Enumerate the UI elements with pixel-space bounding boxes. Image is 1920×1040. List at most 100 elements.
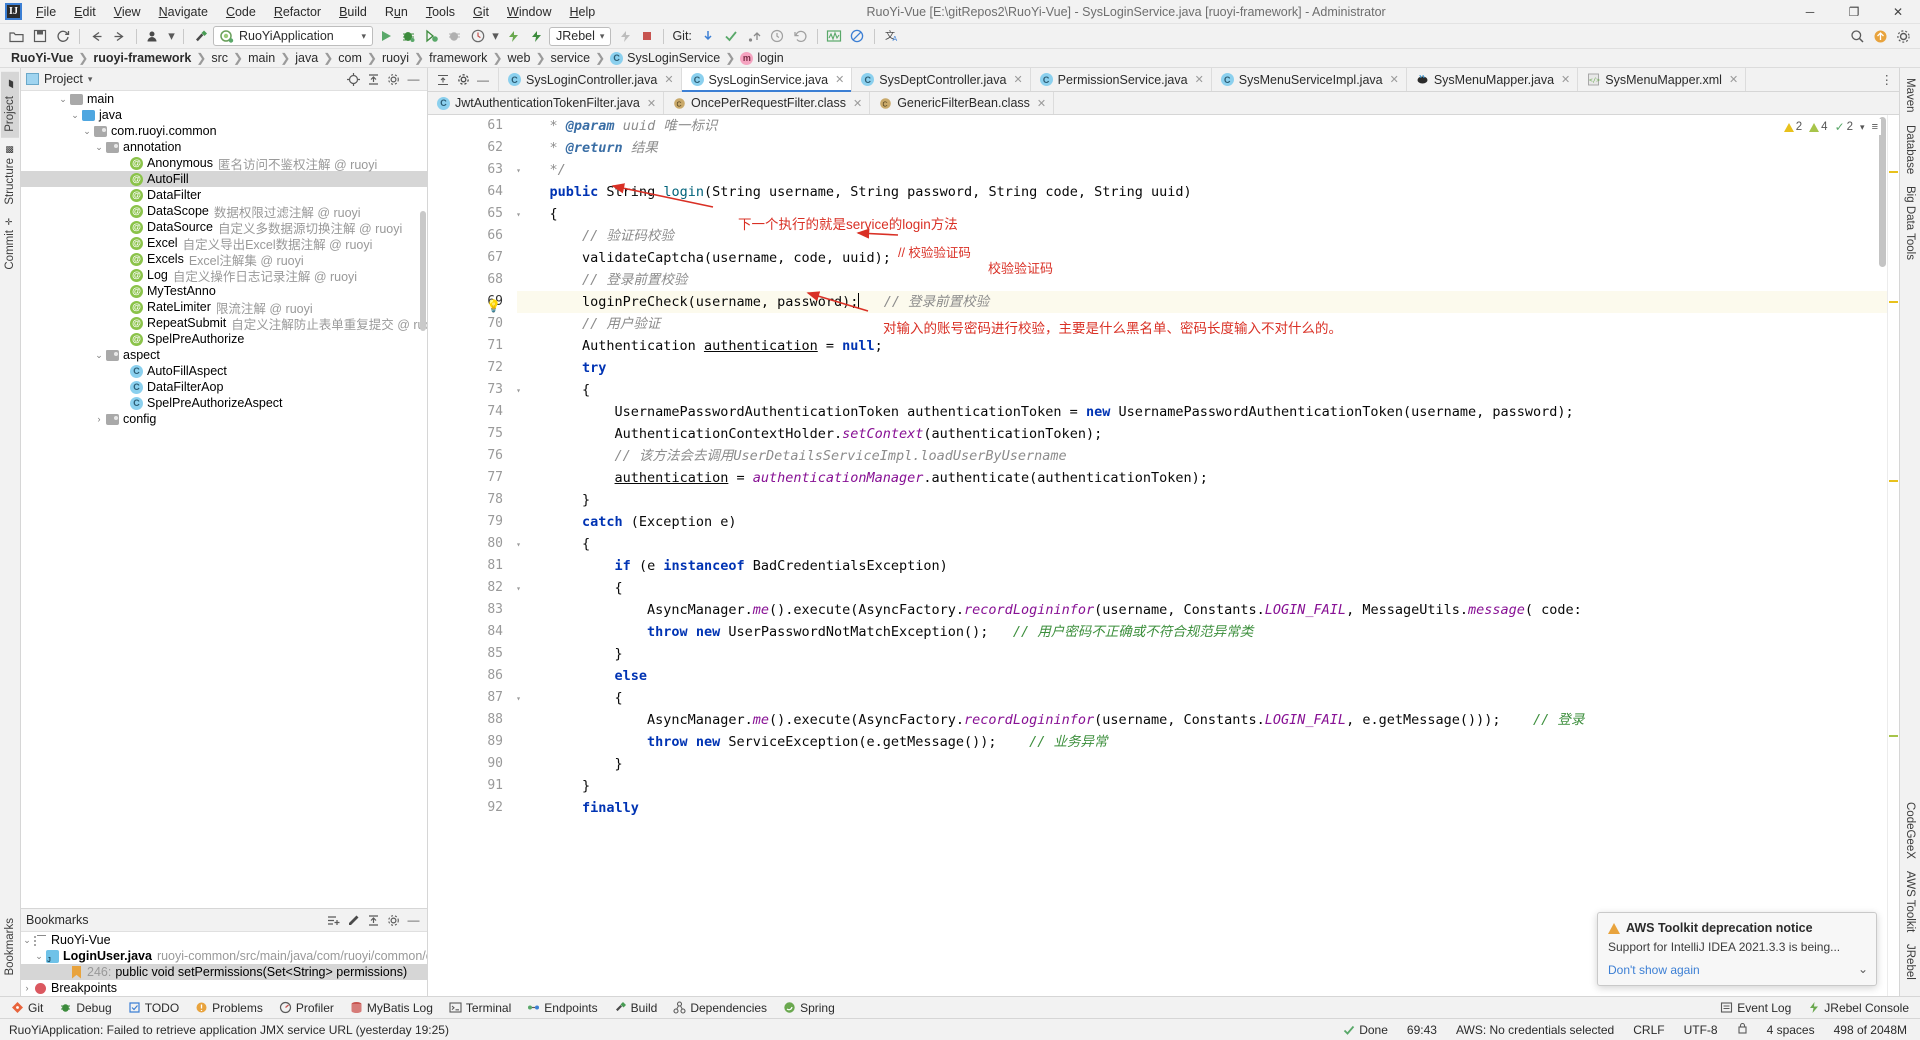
editor-tab-genericfilterbean-class[interactable]: C GenericFilterBean.class ✕ — [870, 92, 1055, 114]
menu-refactor[interactable]: Refactor — [265, 3, 330, 21]
gutter-line-number[interactable]: 74 — [428, 401, 513, 423]
menu-window[interactable]: Window — [498, 3, 560, 21]
marker-warning[interactable] — [1889, 171, 1898, 173]
jrebel-selector[interactable]: JRebel ▾ — [549, 26, 612, 46]
close-tab-icon[interactable]: ✕ — [664, 73, 673, 86]
editor-tab-syslogincontroller-java[interactable]: C SysLoginController.java ✕ — [499, 68, 682, 91]
marker-weak-warning[interactable] — [1889, 735, 1898, 737]
code-line[interactable]: public String login(String username, Str… — [517, 181, 1887, 203]
status-aws-credentials[interactable]: AWS: No credentials selected — [1453, 1022, 1617, 1038]
warning-count[interactable]: 2 — [1783, 121, 1802, 133]
tool-window-debug[interactable]: Debug — [52, 999, 118, 1017]
back-arrow-icon[interactable] — [86, 26, 107, 46]
sidebar-item-project[interactable]: Project ▰ — [1, 72, 19, 138]
tree-toggle-arrow-icon[interactable]: ⌄ — [21, 935, 33, 946]
project-panel-title-group[interactable]: Project ▾ — [26, 72, 92, 86]
close-tab-icon[interactable]: ✕ — [1195, 73, 1204, 86]
sidebar-item-bigdata-tools[interactable]: Big Data Tools — [1902, 180, 1918, 266]
bookmark-row[interactable]: ⌄ LoginUser.java ruoyi-common/src/main/jav… — [21, 948, 427, 964]
status-done[interactable]: Done — [1340, 1022, 1391, 1038]
attach-profiler-icon[interactable] — [613, 26, 634, 46]
code-line[interactable]: } — [517, 775, 1887, 797]
menu-tools[interactable]: Tools — [417, 3, 464, 21]
breadcrumb-item-10[interactable]: C SysLoginService — [606, 50, 724, 66]
stop-button[interactable] — [636, 26, 657, 46]
menu-build[interactable]: Build — [330, 3, 376, 21]
menu-code[interactable]: Code — [217, 3, 265, 21]
search-everywhere-icon[interactable] — [1847, 26, 1868, 46]
code-line[interactable]: { — [517, 203, 1887, 225]
weak-warning-count[interactable]: 4 — [1809, 121, 1828, 133]
project-tree-row[interactable]: › config — [21, 411, 427, 427]
gutter-line-number[interactable]: 84 — [428, 621, 513, 643]
chevron-down-icon-project[interactable]: ▾ — [88, 74, 93, 85]
breadcrumb-item-9[interactable]: service — [547, 50, 595, 66]
sidebar-item-database[interactable]: Database — [1902, 119, 1918, 180]
status-lock-icon[interactable] — [1734, 1021, 1751, 1038]
editor-tab-onceperrequestfilter-class[interactable]: C OncePerRequestFilter.class ✕ — [664, 92, 871, 114]
scroll-to-source-icon[interactable] — [345, 71, 362, 88]
inspections-widget[interactable]: 2 4 ✓ 2 ▾ ≡ — [1780, 119, 1881, 135]
tool-window-problems[interactable]: Problems — [188, 999, 270, 1017]
gutter-line-number[interactable]: 69 💡 — [428, 291, 513, 313]
notification-dismiss-link[interactable]: Don't show again — [1608, 963, 1700, 977]
menu-edit[interactable]: Edit — [65, 3, 105, 21]
git-update-icon[interactable] — [698, 26, 719, 46]
breadcrumb-item-2[interactable]: src — [207, 50, 232, 66]
jrebel-run-icon[interactable] — [503, 26, 524, 46]
editor-code-content[interactable]: * @param uuid 唯一标识 * @return 结果 */ publi… — [513, 115, 1887, 996]
gutter-line-number[interactable]: 78 — [428, 489, 513, 511]
sidebar-item-aws-toolkit[interactable]: AWS Toolkit — [1902, 865, 1918, 938]
sidebar-item-commit[interactable]: Commit ✛ — [2, 210, 18, 276]
code-line[interactable]: catch (Exception e) — [517, 511, 1887, 533]
gutter-line-number[interactable]: 86 — [428, 665, 513, 687]
run-button[interactable] — [375, 26, 396, 46]
gutter-line-number[interactable]: 72 — [428, 357, 513, 379]
gutter-line-number[interactable]: 82 ▾ — [428, 577, 521, 599]
editor-marker-bar[interactable] — [1887, 115, 1899, 996]
tool-window-mybatis-log[interactable]: MyBatis Log — [343, 999, 440, 1017]
code-line[interactable]: } — [517, 489, 1887, 511]
gutter-line-number[interactable]: 89 — [428, 731, 513, 753]
server-problem-count[interactable]: ✓ 2 — [1835, 120, 1853, 134]
profile-dropdown-icon[interactable]: ▾ — [166, 26, 177, 46]
collapse-bookmarks-icon[interactable] — [365, 912, 382, 929]
project-tree-row[interactable]: ⌄ main — [21, 91, 427, 107]
tool-window-profiler[interactable]: Profiler — [272, 999, 341, 1017]
code-line[interactable]: } — [517, 643, 1887, 665]
code-line[interactable]: UsernamePasswordAuthenticationToken auth… — [517, 401, 1887, 423]
code-line[interactable]: else — [517, 665, 1887, 687]
menu-run[interactable]: Run — [376, 3, 417, 21]
gutter-line-number[interactable]: 66 — [428, 225, 513, 247]
debug-button[interactable] — [398, 26, 419, 46]
close-tab-icon[interactable]: ✕ — [647, 97, 656, 110]
gutter-line-number[interactable]: 64 — [428, 181, 513, 203]
gutter-line-number[interactable]: 67 — [428, 247, 513, 269]
minimize-button[interactable]: ─ — [1788, 0, 1832, 24]
code-line[interactable]: { — [517, 687, 1887, 709]
tree-toggle-arrow-icon[interactable]: ⌄ — [93, 142, 105, 153]
git-commit-icon[interactable] — [721, 26, 742, 46]
git-history-icon[interactable] — [767, 26, 788, 46]
chevron-down-icon[interactable]: ▾ — [361, 31, 366, 42]
project-tree-row[interactable]: ⌄ aspect — [21, 347, 427, 363]
settings-gear-icon[interactable] — [1893, 26, 1914, 46]
dropdown-more-icon[interactable]: ▾ — [490, 26, 501, 46]
close-tab-icon[interactable]: ✕ — [853, 97, 862, 110]
tool-window-jrebel-console[interactable]: JRebel Console — [1800, 999, 1916, 1017]
tree-toggle-arrow-icon[interactable]: ⌄ — [33, 951, 45, 962]
code-line[interactable]: validateCaptcha(username, code, uuid); — [517, 247, 1887, 269]
add-bookmark-list-icon[interactable] — [325, 912, 342, 929]
gutter-line-number[interactable]: 62 — [428, 137, 513, 159]
jrebel-debug-icon[interactable] — [526, 26, 547, 46]
translate-icon[interactable]: 文A — [881, 26, 902, 46]
editor-tab-sysmenumapper-xml[interactable]: </> SysMenuMapper.xml ✕ — [1578, 68, 1747, 91]
gutter-line-number[interactable]: 90 — [428, 753, 513, 775]
chevron-down-icon-jrebel[interactable]: ▾ — [600, 31, 605, 42]
editor-tab-jwtauthenticationtokenfilter-java[interactable]: C JwtAuthenticationTokenFilter.java ✕ — [428, 92, 665, 114]
tree-toggle-arrow-icon[interactable]: › — [93, 414, 105, 424]
save-all-icon[interactable] — [29, 26, 50, 46]
breadcrumb-item-11[interactable]: m login — [736, 50, 787, 66]
gutter-line-number[interactable]: 77 — [428, 467, 513, 489]
code-line[interactable]: loginPreCheck(username, password); // 登录… — [517, 291, 1887, 313]
